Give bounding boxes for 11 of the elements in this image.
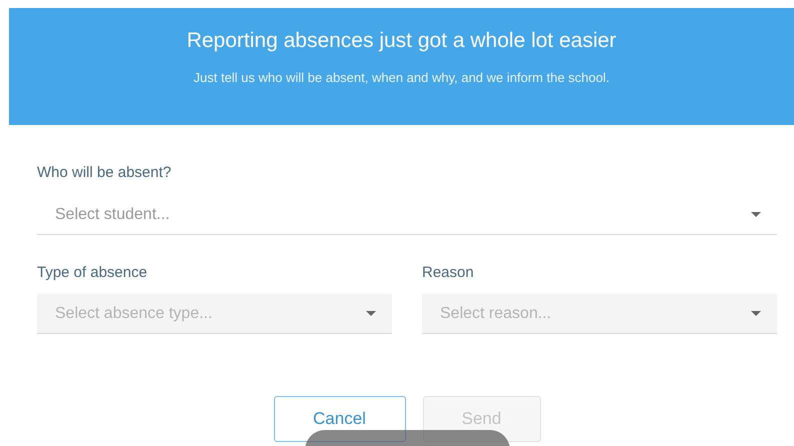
select-placeholder: Select reason... xyxy=(440,304,552,324)
field-label: Who will be absent? xyxy=(37,163,172,183)
select-placeholder: Select absence type... xyxy=(55,304,212,324)
caret-icon xyxy=(751,311,761,316)
field-label: Reason xyxy=(422,263,475,283)
banner-title: Reporting absences just got a whole lot easier xyxy=(186,28,616,54)
field-label: Type of absence xyxy=(37,263,148,283)
banner-subtitle: Just tell us who will be absent, when and why, and we inform the school. xyxy=(194,69,610,87)
select-placeholder: Select student... xyxy=(55,204,170,224)
caret-icon xyxy=(751,212,761,217)
caret-icon xyxy=(366,311,376,316)
